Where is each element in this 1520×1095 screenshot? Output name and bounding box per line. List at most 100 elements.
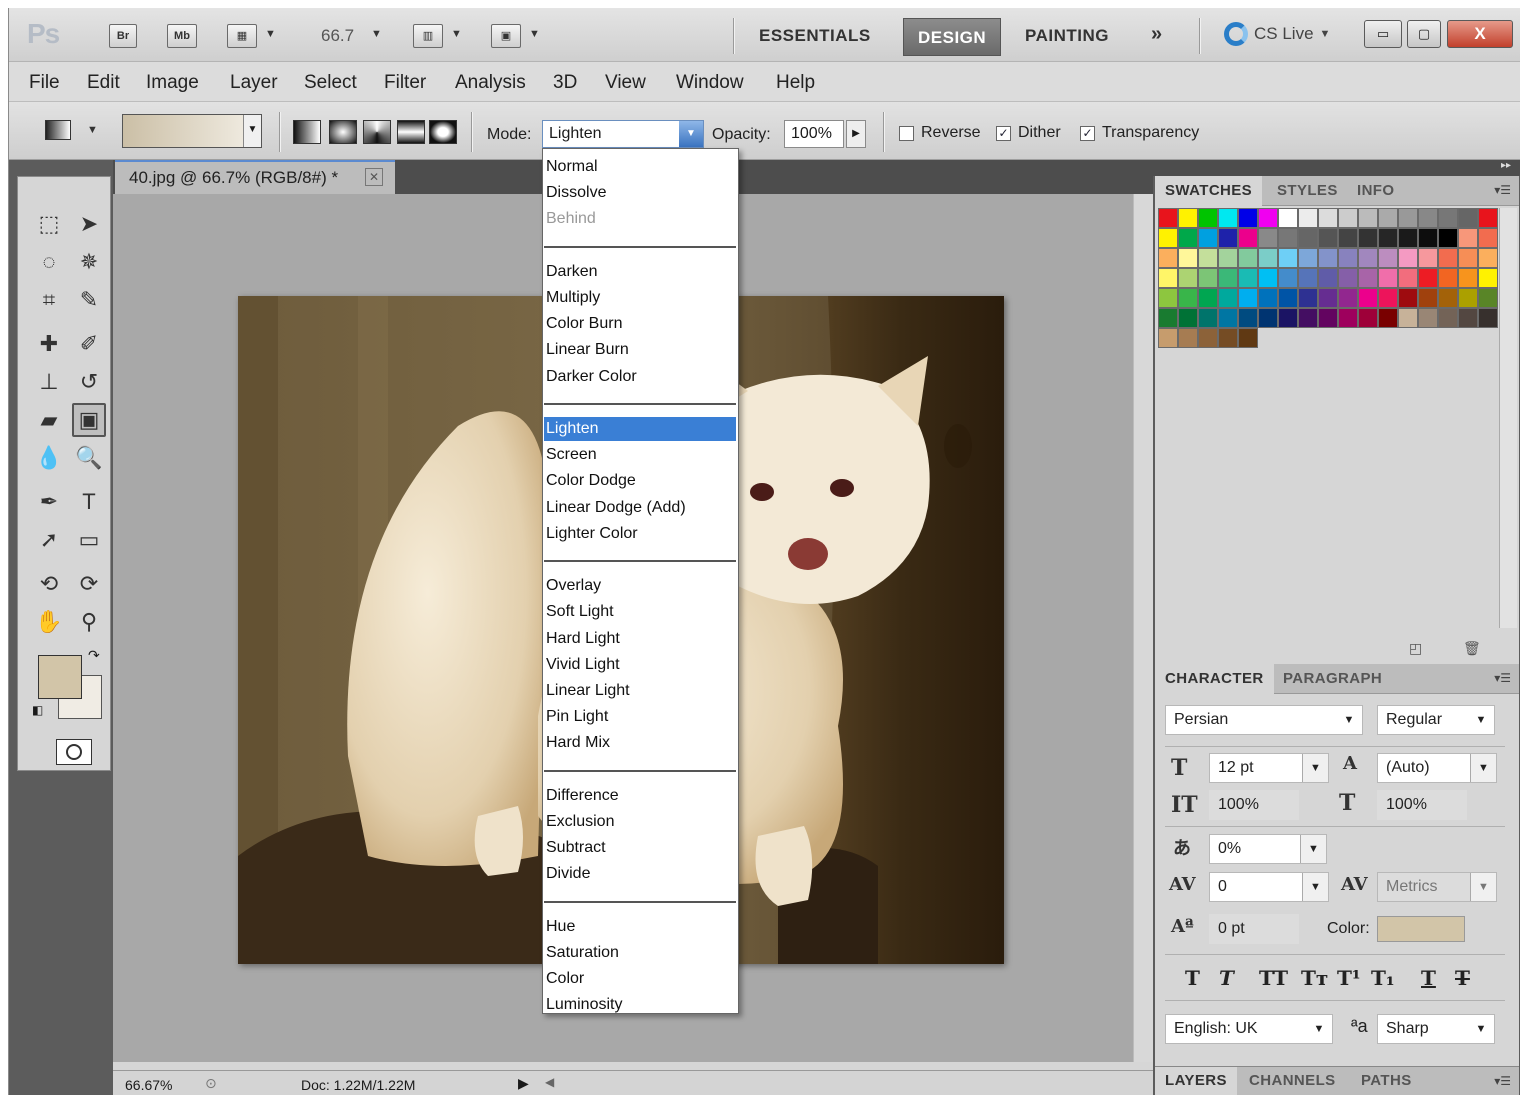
menu-image[interactable]: Image (146, 72, 199, 94)
bridge-button[interactable]: Br (109, 24, 137, 48)
color-swatch[interactable] (1298, 208, 1318, 228)
reflected-gradient-button[interactable] (397, 120, 425, 144)
color-swatch[interactable] (1178, 228, 1198, 248)
color-swatch[interactable] (1398, 208, 1418, 228)
pen-icon[interactable]: ✒ (32, 485, 66, 519)
color-swatch[interactable] (1438, 288, 1458, 308)
color-swatch[interactable] (1418, 208, 1438, 228)
swatches-scrollbar[interactable] (1499, 208, 1517, 628)
tab-layers[interactable]: LAYERS (1155, 1067, 1237, 1095)
color-swatch[interactable] (1298, 288, 1318, 308)
chevron-down-icon[interactable]: ▼ (679, 121, 703, 147)
chevron-down-icon[interactable]: ▼ (265, 28, 276, 40)
blend-mode-select[interactable]: Lighten ▼ (542, 120, 704, 148)
linear-gradient-button[interactable] (293, 120, 321, 144)
color-swatch[interactable] (1298, 308, 1318, 328)
color-swatch[interactable] (1418, 308, 1438, 328)
color-swatch[interactable] (1358, 208, 1378, 228)
chevron-down-icon[interactable]: ▼ (371, 28, 382, 40)
tsume-input[interactable]: 0% ▼ (1209, 834, 1327, 864)
lasso-icon[interactable]: ◌ (32, 245, 66, 279)
vertical-scale-input[interactable]: 100% (1209, 790, 1299, 820)
opacity-slider-toggle[interactable]: ▶ (846, 120, 866, 148)
language-select[interactable]: English: UK ▼ (1165, 1014, 1333, 1044)
font-family-select[interactable]: Persian ▼ (1165, 705, 1363, 735)
close-button[interactable]: X (1447, 20, 1513, 48)
color-swatch[interactable] (1198, 228, 1218, 248)
color-swatch[interactable] (1478, 228, 1498, 248)
menu-3d[interactable]: 3D (553, 72, 577, 94)
color-swatch[interactable] (1258, 208, 1278, 228)
view-extras-button[interactable]: ▦ (227, 24, 257, 48)
blend-mode-option[interactable]: Lighter Color (544, 522, 736, 546)
status-menu-arrow[interactable]: ▶ (518, 1075, 529, 1092)
3d-orbit-icon[interactable]: ⟳ (72, 567, 106, 601)
chevron-down-icon[interactable]: ▼ (1300, 835, 1326, 863)
color-swatch[interactable] (1458, 208, 1478, 228)
arrange-documents-button[interactable]: ▥ (413, 24, 443, 48)
blend-mode-option[interactable]: Hue (544, 915, 736, 939)
chevron-down-icon[interactable]: ▼ (1302, 873, 1328, 901)
color-swatch[interactable] (1258, 308, 1278, 328)
default-colors-icon[interactable]: ◧ (32, 703, 43, 717)
blend-mode-option[interactable]: Linear Light (544, 679, 736, 703)
color-swatch[interactable] (1258, 248, 1278, 268)
reverse-checkbox[interactable] (899, 126, 914, 141)
menu-edit[interactable]: Edit (87, 72, 120, 94)
subscript-button[interactable]: T₁ (1371, 966, 1395, 990)
color-swatch[interactable] (1338, 248, 1358, 268)
small-caps-button[interactable]: Tт (1301, 966, 1328, 990)
zoom-level[interactable]: 66.7 (321, 26, 354, 46)
color-swatch[interactable] (1238, 228, 1258, 248)
color-swatch[interactable] (1198, 208, 1218, 228)
tab-channels[interactable]: CHANNELS (1239, 1067, 1346, 1095)
color-swatch[interactable] (1258, 288, 1278, 308)
color-swatch[interactable] (1378, 228, 1398, 248)
color-swatch[interactable] (1338, 228, 1358, 248)
chevron-down-icon[interactable]: ▼ (1470, 754, 1496, 782)
color-swatch[interactable] (1478, 248, 1498, 268)
color-swatch[interactable] (1238, 208, 1258, 228)
color-swatch[interactable] (1278, 248, 1298, 268)
tab-styles[interactable]: STYLES (1267, 176, 1348, 206)
blend-mode-option[interactable]: Subtract (544, 836, 736, 860)
faux-italic-button[interactable]: T (1219, 966, 1234, 990)
history-brush-icon[interactable]: ↺ (72, 365, 106, 399)
blend-mode-option[interactable]: Luminosity (544, 993, 736, 1017)
canvas-vertical-scrollbar[interactable] (1133, 194, 1153, 1062)
color-swatch[interactable] (1238, 268, 1258, 288)
blend-mode-option[interactable]: Saturation (544, 941, 736, 965)
blend-mode-option[interactable]: Screen (544, 443, 736, 467)
color-swatch[interactable] (1238, 328, 1258, 348)
radial-gradient-button[interactable] (329, 120, 357, 144)
menu-analysis[interactable]: Analysis (455, 72, 526, 94)
color-swatch[interactable] (1278, 208, 1298, 228)
color-swatch[interactable] (1418, 248, 1438, 268)
blend-mode-option[interactable]: Color Burn (544, 312, 736, 336)
blend-mode-option[interactable]: Color Dodge (544, 469, 736, 493)
color-swatch[interactable] (1458, 268, 1478, 288)
tracking-input[interactable]: Metrics ▼ (1377, 872, 1497, 902)
color-swatch[interactable] (1418, 288, 1438, 308)
color-swatch[interactable] (1378, 268, 1398, 288)
status-zoom[interactable]: 66.67% (125, 1077, 172, 1093)
eyedropper-icon[interactable]: ✎ (72, 283, 106, 317)
baseline-shift-input[interactable]: 0 pt (1209, 914, 1299, 944)
menu-layer[interactable]: Layer (230, 72, 278, 94)
color-swatch[interactable] (1438, 268, 1458, 288)
dither-checkbox[interactable]: ✓ (996, 126, 1011, 141)
color-swatch[interactable] (1178, 288, 1198, 308)
delete-swatch-icon[interactable]: 🗑 (1463, 640, 1481, 657)
color-swatch[interactable] (1358, 248, 1378, 268)
menu-filter[interactable]: Filter (384, 72, 426, 94)
eraser-icon[interactable]: ▰ (32, 403, 66, 437)
rectangle-shape-icon[interactable]: ▭ (72, 523, 106, 557)
blend-mode-option[interactable]: Divide (544, 862, 736, 886)
blend-mode-option[interactable]: Linear Dodge (Add) (544, 496, 736, 520)
color-swatch[interactable] (1438, 308, 1458, 328)
menu-window[interactable]: Window (676, 72, 744, 94)
color-swatch[interactable] (1158, 308, 1178, 328)
color-swatch[interactable] (1218, 328, 1238, 348)
color-swatch[interactable] (1198, 248, 1218, 268)
foreground-color-swatch[interactable] (38, 655, 82, 699)
